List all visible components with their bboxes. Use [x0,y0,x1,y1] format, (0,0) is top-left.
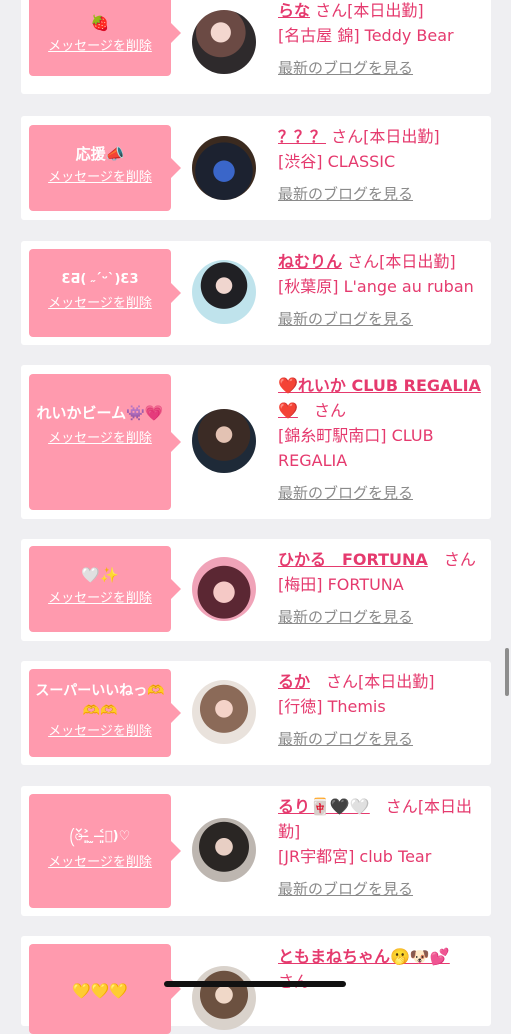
shop-name: [名古屋 錦] Teddy Bear [278,26,454,45]
latest-blog-link[interactable]: 最新のブログを見る [278,309,486,329]
message-text: 🤍✨ [81,566,119,584]
message-bubble: れいかビーム👾💗 メッセージを削除 [29,374,181,510]
message-card: ƐƋ( ˶ˊᵕˋ)Ɛ3 メッセージを削除 ねむりん さん[本日出勤] [秋葉原]… [21,241,491,345]
girl-name-link[interactable]: ❤️れいか CLUB REGALIA❤️ [278,376,481,420]
message-text: (ၴ˃̶͈ ̫ ˂̶͈ၴ)♡ [69,829,131,844]
honorific: さん [385,797,418,816]
avatar[interactable] [192,260,256,324]
girl-info: るり🀄🖤🤍 さん[本日出勤] [JR宇都宮] club Tear 最新のブログを… [278,794,486,899]
delete-message-link[interactable]: メッセージを削除 [35,295,165,313]
status-text: [本日出勤] [347,1,424,20]
girl-name-link[interactable]: ひかる FORTUNA [278,550,428,569]
shop-name: [秋葉原] L'ange au ruban [278,277,474,296]
message-card: 応援📣 メッセージを削除 ？？？ さん[本日出勤] [渋谷] CLASSIC 最… [21,116,491,220]
honorific: さん [315,1,348,20]
delete-message-link[interactable]: メッセージを削除 [35,854,165,872]
status-text: [本日出勤] [358,672,435,691]
message-bubble: (ၴ˃̶͈ ̫ ˂̶͈ၴ)♡ メッセージを削除 [29,794,181,908]
delete-message-link[interactable]: メッセージを削除 [35,430,165,448]
scrollbar[interactable] [505,648,509,696]
delete-message-link[interactable]: メッセージを削除 [35,723,165,741]
honorific: さん [347,252,380,271]
latest-blog-link[interactable]: 最新のブログを見る [278,607,486,627]
avatar[interactable] [192,409,256,473]
girl-name-link[interactable]: ？？？ [278,127,326,146]
message-bubble: 応援📣 メッセージを削除 [29,125,181,211]
girl-info: ？？？ さん[本日出勤] [渋谷] CLASSIC 最新のブログを見る [278,124,486,204]
message-bubble: 🤍✨ メッセージを削除 [29,546,181,632]
shop-name: [行徳] Themis [278,697,386,716]
girl-name-link[interactable]: らな [278,1,310,20]
message-bubble: 💛💛💛 [29,944,181,1034]
shop-name: [JR宇都宮] club Tear [278,847,432,866]
avatar[interactable] [192,557,256,621]
avatar[interactable] [192,818,256,882]
girl-info: ❤️れいか CLUB REGALIA❤️ さん [錦糸町駅南口] CLUB RE… [278,373,486,503]
message-text: スーパーいいねっ🫶🫶🫶 [35,683,165,719]
message-text: 応援📣 [75,145,125,163]
message-text: ƐƋ( ˶ˊᵕˋ)Ɛ3 [61,272,139,287]
girl-name-link[interactable]: ともまねちゃん🫢🐶💕 [278,947,450,966]
avatar[interactable] [192,680,256,744]
honorific: さん [331,127,364,146]
girl-name-link[interactable]: ねむりん [278,252,342,271]
girl-name-link[interactable]: るり🀄🖤🤍 [278,797,370,816]
latest-blog-link[interactable]: 最新のブログを見る [278,879,486,899]
latest-blog-link[interactable]: 最新のブログを見る [278,184,486,204]
message-bubble: 🍓 メッセージを削除 [29,0,181,76]
honorific: さん [443,550,476,569]
girl-info: ひかる FORTUNA さん [梅田] FORTUNA 最新のブログを見る [278,547,486,627]
delete-message-link[interactable]: メッセージを削除 [35,590,165,608]
shop-name: [渋谷] CLASSIC [278,152,396,171]
message-card: れいかビーム👾💗 メッセージを削除 ❤️れいか CLUB REGALIA❤️ さ… [21,365,491,519]
avatar[interactable] [192,966,256,1030]
home-indicator[interactable] [164,981,346,987]
message-bubble: スーパーいいねっ🫶🫶🫶 メッセージを削除 [29,669,181,757]
message-card: スーパーいいねっ🫶🫶🫶 メッセージを削除 るか さん[本日出勤] [行徳] Th… [21,661,491,765]
delete-message-link[interactable]: メッセージを削除 [35,38,165,56]
message-card: (ၴ˃̶͈ ̫ ˂̶͈ၴ)♡ メッセージを削除 るり🀄🖤🤍 さん[本日出勤] [… [21,786,491,916]
latest-blog-link[interactable]: 最新のブログを見る [278,729,486,749]
girl-name-link[interactable]: るか [278,672,310,691]
latest-blog-link[interactable]: 最新のブログを見る [278,58,486,78]
message-bubble: ƐƋ( ˶ˊᵕˋ)Ɛ3 メッセージを削除 [29,249,181,337]
shop-name: [錦糸町駅南口] CLUB REGALIA [278,426,434,470]
avatar[interactable] [192,136,256,200]
message-card: 🍓 メッセージを削除 らな さん[本日出勤] [名古屋 錦] Teddy Bea… [21,0,491,94]
latest-blog-link[interactable]: 最新のブログを見る [278,483,486,503]
girl-info: るか さん[本日出勤] [行徳] Themis 最新のブログを見る [278,669,486,749]
girl-info: ねむりん さん[本日出勤] [秋葉原] L'ange au ruban 最新のブ… [278,249,486,329]
status-text: [本日出勤] [363,127,440,146]
shop-name: [梅田] FORTUNA [278,575,404,594]
honorific: さん [326,672,359,691]
message-card: 🤍✨ メッセージを削除 ひかる FORTUNA さん [梅田] FORTUNA … [21,539,491,641]
message-text: れいかビーム👾💗 [36,404,164,422]
honorific: さん [313,401,346,420]
avatar[interactable] [192,10,256,74]
message-text: 🍓 [90,14,110,32]
status-text: [本日出勤] [379,252,456,271]
delete-message-link[interactable]: メッセージを削除 [35,169,165,187]
girl-info: らな さん[本日出勤] [名古屋 錦] Teddy Bear 最新のブログを見る [278,0,486,78]
